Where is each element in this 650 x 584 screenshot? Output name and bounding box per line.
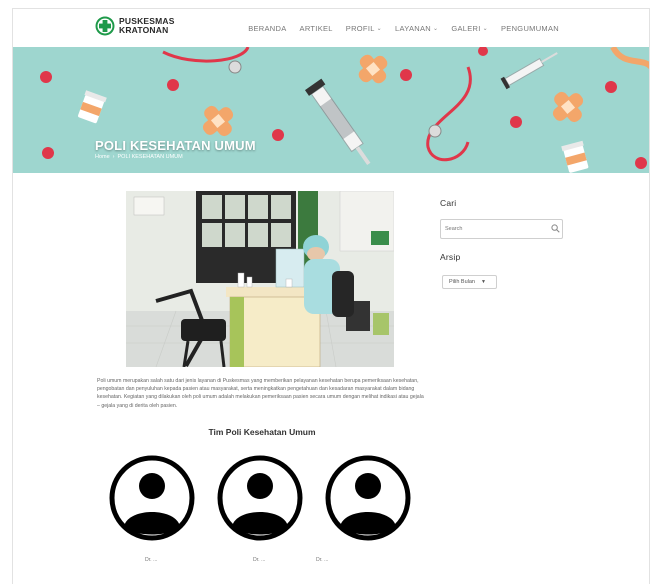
nav-label: GALERI (451, 24, 481, 33)
archive-month-select[interactable]: Pilih Bulan ▼ (442, 275, 497, 289)
search-widget-title: Cari (440, 198, 457, 208)
nav-item-layanan[interactable]: LAYANAN ⌄ (395, 24, 438, 33)
logo-text-line2: KRATONAN (119, 25, 169, 35)
doctor-avatar-icon (109, 455, 195, 541)
breadcrumb-current: POLI KESEHATAN UMUM (117, 154, 183, 160)
team-section-title: Tim Poli Kesehatan Umum (208, 427, 316, 437)
clinic-photo (126, 191, 394, 367)
nav-item-galeri[interactable]: GALERI ⌄ (451, 24, 488, 33)
breadcrumb-home-link[interactable]: Home (95, 154, 110, 160)
chevron-down-icon: ▼ (481, 279, 486, 285)
site-header: PUSKESMAS KRATONAN BERANDA ARTIKEL PROFI… (13, 9, 649, 47)
nav-item-pengumuman[interactable]: PENGUMUMAN (501, 24, 559, 33)
site-logo[interactable]: PUSKESMAS KRATONAN (95, 16, 175, 36)
nav-item-profil[interactable]: PROFIL ⌄ (346, 24, 382, 33)
main-nav: BERANDA ARTIKEL PROFIL ⌄ LAYANAN ⌄ GALERI ⌄… (248, 24, 559, 33)
archive-widget-title: Arsip (440, 252, 461, 262)
nav-label: LAYANAN (395, 24, 432, 33)
search-icon[interactable] (551, 224, 560, 233)
page-frame: PUSKESMAS KRATONAN BERANDA ARTIKEL PROFI… (12, 8, 650, 584)
chevron-down-icon: ⌄ (433, 26, 439, 32)
nav-label: BERANDA (248, 24, 287, 33)
nav-label: ARTIKEL (299, 24, 333, 33)
doctor-avatar-icon (217, 455, 303, 541)
article-body: Poli umum merupakan salah satu dari jeni… (97, 378, 424, 409)
doctor-room-image (126, 191, 394, 367)
search-input[interactable] (440, 219, 563, 239)
page-title: POLI KESEHATAN UMUM (95, 138, 256, 153)
nav-item-beranda[interactable]: BERANDA (248, 24, 286, 33)
nav-label: PENGUMUMAN (500, 24, 559, 33)
doctor-name: Dr. ... (145, 557, 158, 563)
chevron-down-icon: ⌄ (376, 26, 382, 32)
doctor-name: Dr. ... (316, 557, 329, 563)
breadcrumb-separator: › (112, 154, 115, 160)
nav-label: PROFIL (345, 24, 375, 33)
nav-item-artikel[interactable]: ARTIKEL (300, 24, 333, 33)
breadcrumb: Home › POLI KESEHATAN UMUM (95, 154, 183, 160)
doctor-name: Dr. ... (253, 557, 266, 563)
hero-banner: POLI KESEHATAN UMUM Home › POLI KESEHATA… (13, 47, 649, 173)
chevron-down-icon: ⌄ (482, 26, 488, 32)
archive-selected-value: Pilih Bulan (449, 279, 475, 285)
puskesmas-logo-icon (95, 16, 115, 36)
doctor-avatar-icon (325, 455, 411, 541)
